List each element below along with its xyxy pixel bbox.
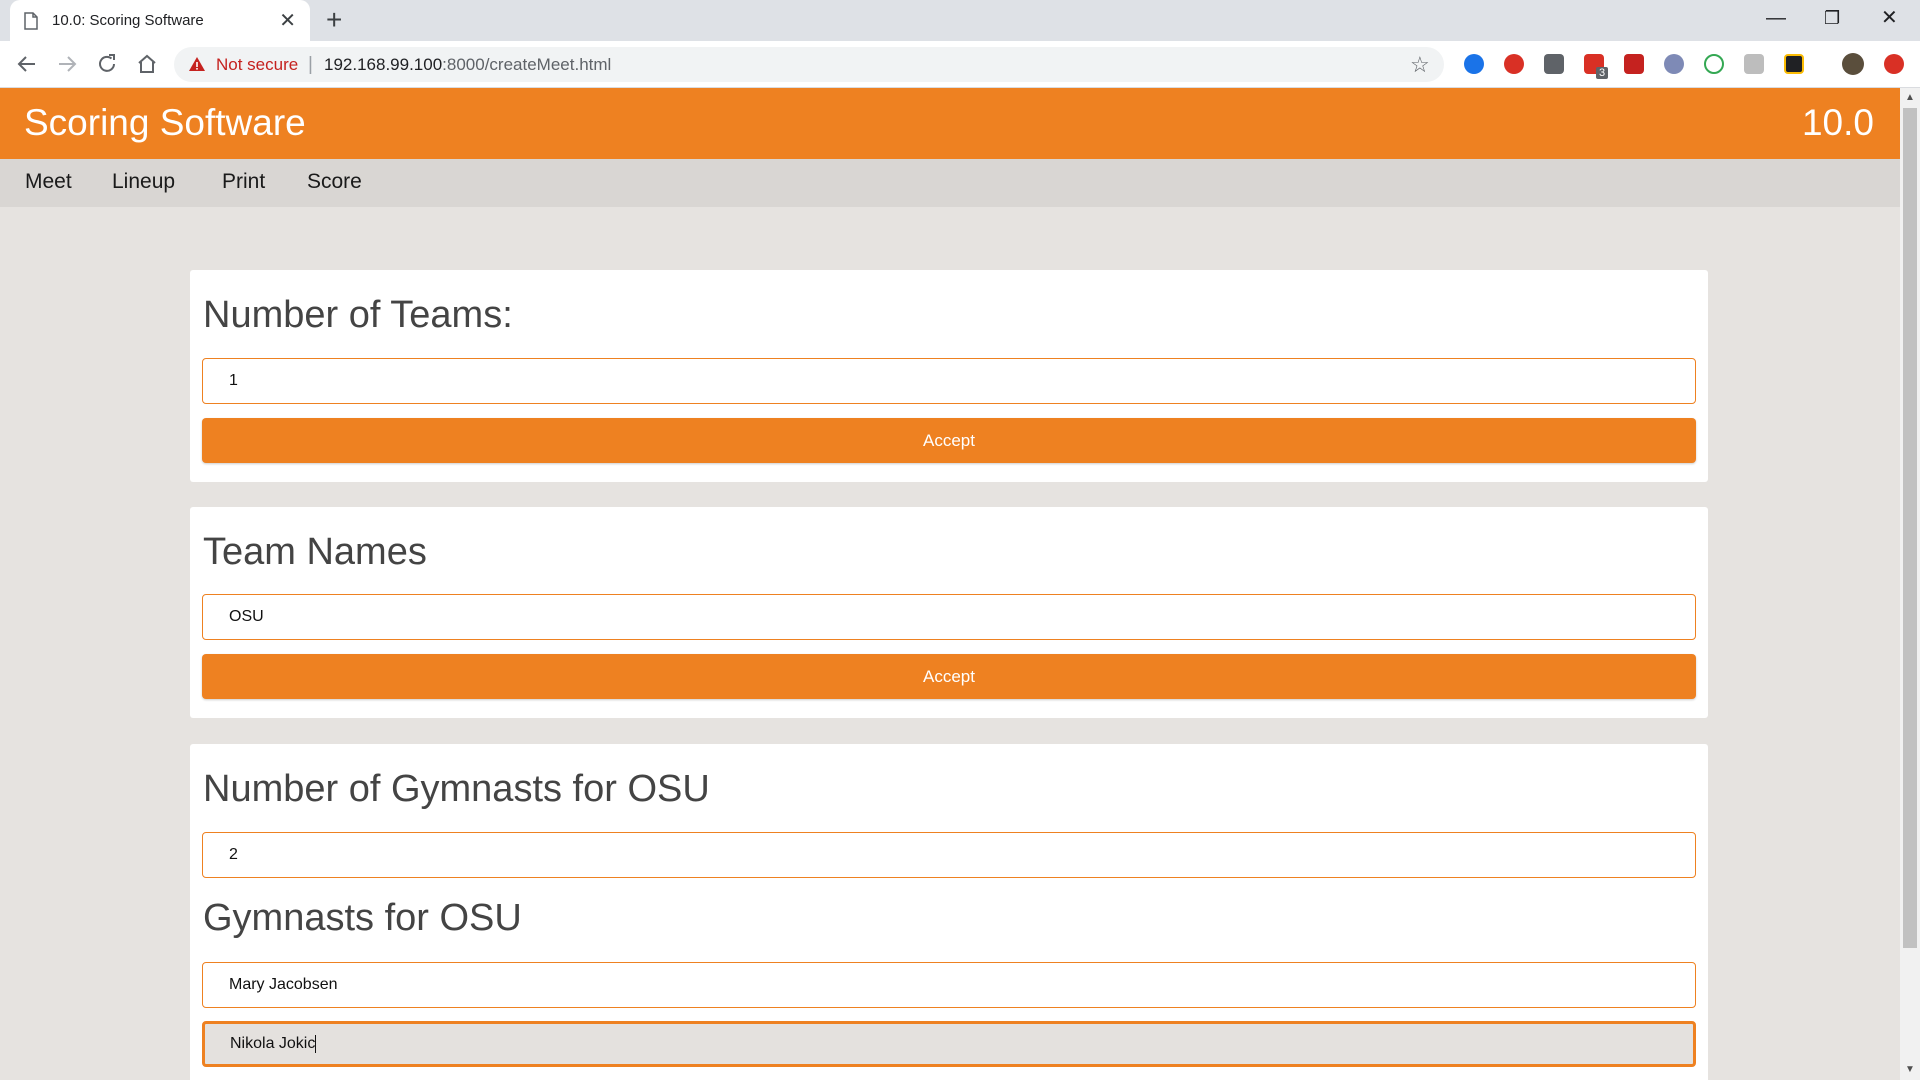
teams-card: Number of Teams: 1 Accept <box>190 270 1708 482</box>
text-caret <box>315 1034 317 1053</box>
back-icon[interactable] <box>15 52 39 76</box>
scroll-down-arrow-icon[interactable]: ▼ <box>1905 1064 1915 1075</box>
scrollbar-thumb[interactable] <box>1903 108 1917 948</box>
extension-grey-icon[interactable] <box>1744 54 1764 74</box>
page-icon <box>24 11 38 30</box>
nav-meet[interactable]: Meet <box>25 170 72 194</box>
extension-check-icon[interactable] <box>1784 54 1804 74</box>
gymnast-count-heading: Number of Gymnasts for OSU <box>203 768 710 810</box>
app-title: Scoring Software <box>24 102 306 143</box>
scroll-up-arrow-icon[interactable]: ▲ <box>1905 92 1915 103</box>
gymnast-name-input[interactable]: Mary Jacobsen <box>202 962 1696 1008</box>
extension-green-icon[interactable] <box>1704 54 1724 74</box>
nav-lineup[interactable]: Lineup <box>112 170 175 194</box>
team-names-accept-button[interactable]: Accept <box>202 654 1696 699</box>
teams-count-input[interactable]: 1 <box>202 358 1696 404</box>
gymnast-name-text: Nikola Jokic <box>230 1035 316 1052</box>
minimize-icon[interactable]: — <box>1766 4 1786 32</box>
new-tab-button[interactable]: + <box>326 6 342 34</box>
nav-score[interactable]: Score <box>307 170 362 194</box>
profile-avatar[interactable] <box>1842 53 1864 75</box>
url-path: :8000/createMeet.html <box>442 55 612 74</box>
extension-owl-icon[interactable] <box>1664 54 1684 74</box>
bookmark-star-icon[interactable]: ☆ <box>1410 52 1430 78</box>
tab-title: 10.0: Scoring Software <box>52 12 204 29</box>
browser-tab-bar: 10.0: Scoring Software ✕ + — ❐ ✕ <box>0 0 1920 41</box>
url-text[interactable]: 192.168.99.100:8000/createMeet.html <box>324 55 611 75</box>
team-name-input[interactable]: OSU <box>202 594 1696 640</box>
extension-adblock-icon[interactable] <box>1504 54 1524 74</box>
close-tab-icon[interactable]: ✕ <box>279 11 296 31</box>
browser-tab[interactable]: 10.0: Scoring Software ✕ <box>10 0 310 41</box>
url-host: 192.168.99.100 <box>324 55 443 74</box>
teams-accept-button[interactable]: Accept <box>202 418 1696 463</box>
update-icon[interactable] <box>1884 54 1904 74</box>
extension-book-icon[interactable] <box>1624 54 1644 74</box>
gymnast-count-input[interactable]: 2 <box>202 832 1696 878</box>
warning-icon <box>189 57 205 71</box>
team-names-card: Team Names OSU Accept <box>190 507 1708 718</box>
gymnasts-list-heading: Gymnasts for OSU <box>203 897 522 939</box>
page: Scoring Software 10.0 Meet Lineup Print … <box>0 88 1900 1080</box>
app-header: Scoring Software 10.0 <box>0 88 1900 159</box>
team-names-heading: Team Names <box>203 531 427 573</box>
browser-toolbar: Not secure | 192.168.99.100:8000/createM… <box>0 41 1920 88</box>
app-version: 10.0 <box>1801 102 1874 143</box>
forward-icon[interactable] <box>55 52 79 76</box>
security-label[interactable]: Not secure <box>216 55 298 75</box>
teams-heading: Number of Teams: <box>203 294 513 336</box>
restore-icon[interactable]: ❐ <box>1824 4 1840 32</box>
omnibox-divider: | <box>308 54 313 75</box>
extension-blue-icon[interactable] <box>1464 54 1484 74</box>
nav-print[interactable]: Print <box>222 170 265 194</box>
gymnast-name-input-focused[interactable]: Nikola Jokic <box>202 1021 1696 1067</box>
extension-badge: 3 <box>1596 67 1609 79</box>
gymnasts-card: Number of Gymnasts for OSU 2 Gymnasts fo… <box>190 744 1708 1080</box>
extension-pocket-icon[interactable] <box>1544 54 1564 74</box>
app-nav: Meet Lineup Print Score <box>0 159 1900 207</box>
address-bar[interactable]: Not secure | 192.168.99.100:8000/createM… <box>174 47 1444 82</box>
home-icon[interactable] <box>135 52 159 76</box>
reload-icon[interactable] <box>95 52 119 76</box>
close-window-icon[interactable]: ✕ <box>1881 4 1898 32</box>
